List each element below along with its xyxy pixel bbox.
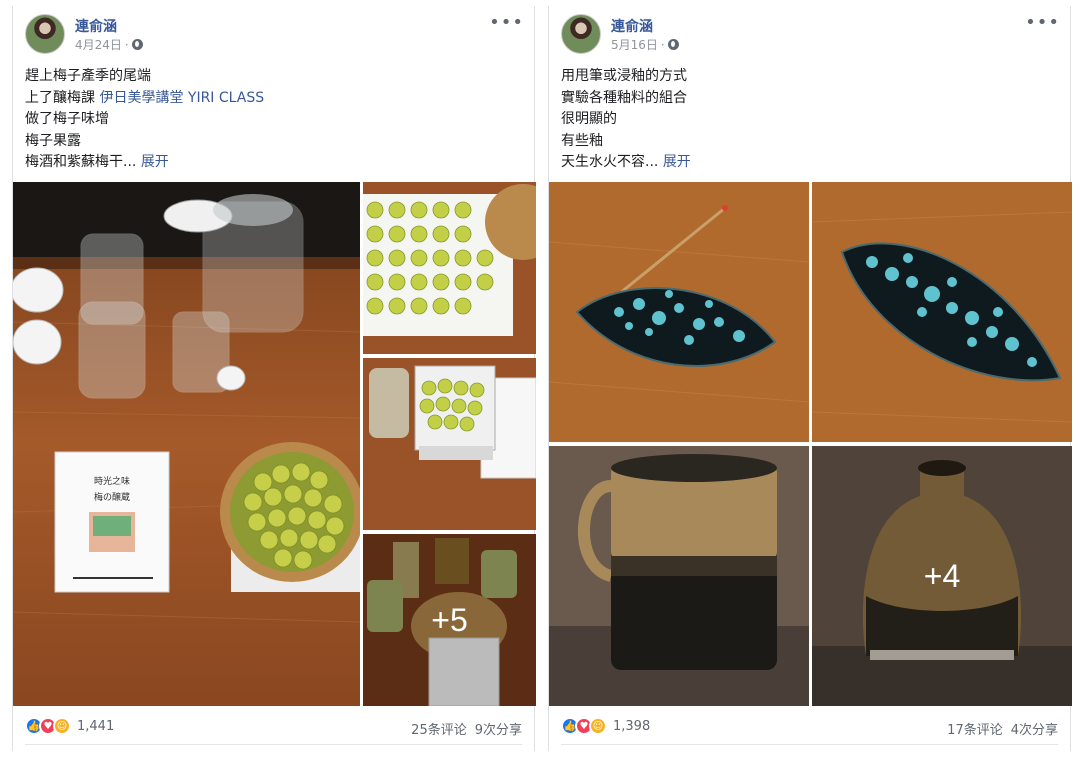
expand-link[interactable]: 展开 <box>141 154 169 170</box>
text-line: 天生水火不容... <box>561 154 659 170</box>
text-line: 梅子果露 <box>25 132 81 149</box>
more-options-icon[interactable]: ••• <box>489 12 524 33</box>
post-meta: 5月16日 · <box>611 36 679 53</box>
leaf-dish-photo <box>812 182 1072 442</box>
comment-count[interactable]: 17条评论 <box>947 719 1003 738</box>
globe-icon <box>131 39 143 50</box>
leaf-incense-holder-photo <box>549 182 809 442</box>
haha-reaction-icon: ☺ <box>589 717 607 735</box>
post-footer: 👍 ♥ ☺ 1,398 17条评论 4次分享 <box>561 711 1058 745</box>
text-line: 實驗各種釉料的組合 <box>561 89 687 106</box>
globe-icon <box>667 39 679 50</box>
ceramic-mug-photo <box>549 446 809 706</box>
photo-grid: 時光之味 梅の醸蔵 +5 <box>13 182 536 706</box>
avatar[interactable] <box>561 14 601 54</box>
text-line: 做了梅子味增 <box>25 111 109 127</box>
post-stats: 25条评论 9次分享 <box>411 719 522 738</box>
share-count[interactable]: 9次分享 <box>475 719 522 738</box>
avatar[interactable] <box>25 14 65 54</box>
post-date[interactable]: 5月16日 <box>611 36 658 53</box>
reactions[interactable]: 👍 ♥ ☺ 1,398 <box>561 717 650 735</box>
haha-reaction-icon: ☺ <box>53 717 71 735</box>
text-line: 趕上梅子產季的尾端 <box>25 68 151 84</box>
post-card: 連俞涵 5月16日 · ••• 用甩筆或浸釉的方式 實驗各種釉料的組合 很明顯的… <box>548 6 1072 751</box>
reaction-count[interactable]: 1,441 <box>77 719 114 734</box>
photo-main[interactable]: 時光之味 梅の醸蔵 <box>13 182 360 706</box>
photo-thumb[interactable] <box>812 182 1072 442</box>
photo-grid: +4 <box>549 182 1072 706</box>
post-header: 連俞涵 4月24日 · ••• <box>25 12 526 58</box>
card-line: 梅の醸蔵 <box>94 491 130 503</box>
photo-thumb[interactable] <box>363 182 536 354</box>
text-line: 用甩筆或浸釉的方式 <box>561 68 687 84</box>
reactions[interactable]: 👍 ♥ ☺ 1,441 <box>25 717 114 735</box>
post-date[interactable]: 4月24日 <box>75 36 122 53</box>
post-card: 連俞涵 4月24日 · ••• 趕上梅子產季的尾端 上了釀梅課 伊日美學講堂 Y… <box>12 6 536 751</box>
author-name[interactable]: 連俞涵 <box>75 16 117 36</box>
more-photos-overlay[interactable]: +5 <box>363 534 536 706</box>
post-footer: 👍 ♥ ☺ 1,441 25条评论 9次分享 <box>25 711 522 745</box>
text-line: 梅酒和紫蘇梅干... <box>25 154 137 170</box>
expand-link[interactable]: 展开 <box>663 154 691 170</box>
photo-thumb[interactable] <box>549 182 809 442</box>
text-line: 很明顯的 <box>561 111 617 127</box>
photo-thumb[interactable] <box>549 446 809 706</box>
reaction-count[interactable]: 1,398 <box>613 719 650 734</box>
plums-on-scale-photo <box>363 358 536 530</box>
page-link[interactable]: 伊日美學講堂 YIRI CLASS <box>99 90 264 106</box>
card-line: 時光之味 <box>94 475 130 487</box>
comment-count[interactable]: 25条评论 <box>411 719 467 738</box>
post-meta: 4月24日 · <box>75 36 143 53</box>
text-line: 上了釀梅課 <box>25 89 95 106</box>
post-header: 連俞涵 5月16日 · ••• <box>561 12 1062 58</box>
post-stats: 17条评论 4次分享 <box>947 719 1058 738</box>
share-count[interactable]: 4次分享 <box>1011 719 1058 738</box>
text-line: 有些釉 <box>561 132 603 149</box>
more-photos-overlay[interactable]: +4 <box>812 446 1072 706</box>
plums-on-paper-photo <box>363 182 536 354</box>
post-text: 用甩筆或浸釉的方式 實驗各種釉料的組合 很明顯的 有些釉 天生水火不容... 展… <box>561 66 1058 174</box>
photo-more[interactable]: +5 <box>363 534 536 706</box>
author-name[interactable]: 連俞涵 <box>611 16 653 36</box>
post-text: 趕上梅子產季的尾端 上了釀梅課 伊日美學講堂 YIRI CLASS 做了梅子味增… <box>25 66 522 174</box>
more-options-icon[interactable]: ••• <box>1025 12 1060 33</box>
plum-table-photo: 時光之味 梅の醸蔵 <box>13 182 360 706</box>
photo-more[interactable]: +4 <box>812 446 1072 706</box>
photo-thumb[interactable] <box>363 358 536 530</box>
